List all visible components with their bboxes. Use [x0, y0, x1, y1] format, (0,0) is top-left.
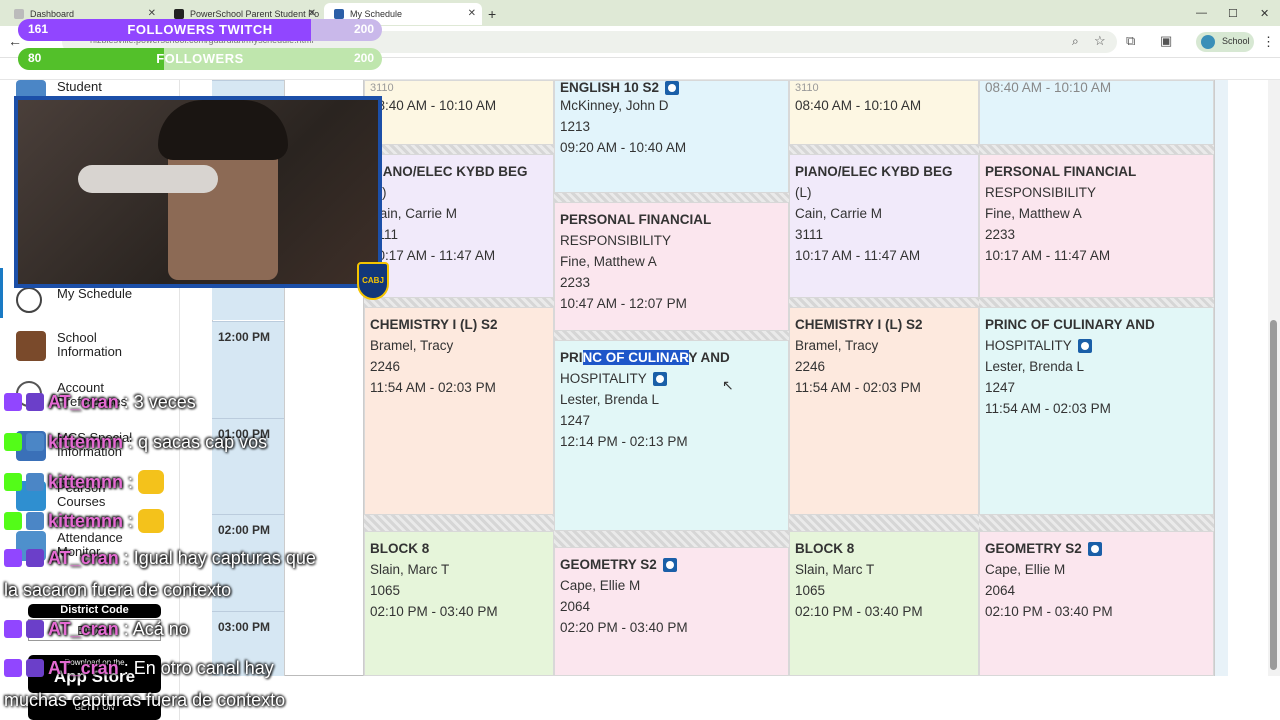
extensions-icon[interactable]: ⧉ — [1126, 33, 1135, 49]
badge-icon — [26, 473, 44, 491]
google-classroom-icon[interactable] — [665, 81, 680, 96]
passing-period — [554, 531, 789, 547]
kick-icon — [4, 433, 22, 451]
twitch-icon — [4, 393, 22, 411]
streamer-hair — [158, 100, 288, 160]
course-block[interactable]: PRINC OF CULINARY AND HOSPITALITY Lester… — [979, 307, 1214, 515]
passing-period — [364, 298, 554, 307]
chat-message: kittemnn : q sacas cap vos — [4, 432, 267, 453]
passing-period — [554, 193, 789, 202]
course-block[interactable]: CHEMISTRY I (L) S2 Bramel, Tracy 2246 11… — [789, 307, 979, 515]
passing-period — [979, 298, 1214, 307]
course-block[interactable]: PRINC OF CULINARY AND HOSPITALITY Lester… — [554, 340, 789, 531]
school-icon — [16, 331, 46, 361]
chat-message-continuation: muchas capturas fuera de contexto — [4, 690, 286, 710]
chat-message: AT_cran : Igual hay capturas que — [4, 548, 316, 569]
course-block[interactable]: BLOCK 8 Slain, Marc T 1065 02:10 PM - 03… — [364, 531, 554, 676]
club-badge-icon: CABJ — [357, 262, 389, 300]
emote-icon — [138, 509, 165, 533]
course-block[interactable]: CHEMISTRY I (L) S2 Bramel, Tracy 2246 11… — [364, 307, 554, 515]
kick-icon — [4, 473, 22, 491]
emote-icon — [138, 470, 165, 494]
profile-avatar-icon — [1201, 35, 1215, 49]
course-block[interactable]: 3110 08:40 AM - 10:10 AM — [789, 80, 979, 145]
course-block[interactable]: PIANO/ELEC KYBD BEG (L) Cain, Carrie M 3… — [364, 154, 554, 298]
course-block[interactable]: 08:40 AM - 10:10 AM — [979, 80, 1214, 145]
clock-icon — [16, 287, 42, 313]
google-classroom-icon[interactable] — [662, 558, 677, 573]
webcam-feed — [14, 96, 382, 288]
passing-period — [789, 515, 979, 531]
course-block[interactable]: GEOMETRY S2 Cape, Ellie M 2064 02:20 PM … — [554, 547, 789, 676]
badge-icon — [26, 549, 44, 567]
maximize-button[interactable]: ☐ — [1228, 7, 1238, 20]
google-classroom-icon[interactable] — [1077, 339, 1092, 354]
badge-icon — [26, 433, 44, 451]
hour-label: 02:00 PM — [218, 523, 271, 537]
badge-icon — [26, 393, 44, 411]
badge-icon — [26, 512, 44, 530]
course-block[interactable]: PERSONAL FINANCIAL RESPONSIBILITY Fine, … — [554, 202, 789, 331]
github-icon — [14, 9, 24, 19]
sidebar-item-my-schedule[interactable]: My Schedule — [10, 287, 180, 317]
sidebar-item-school-information[interactable]: School Information — [10, 331, 180, 361]
google-classroom-icon[interactable] — [652, 372, 667, 387]
close-tab-icon[interactable]: ✕ — [468, 8, 476, 19]
minimize-button[interactable]: — — [1196, 7, 1207, 19]
sidepanel-icon[interactable]: ▣ — [1160, 33, 1172, 49]
chat-message: AT_cran : 3 veces — [4, 392, 196, 413]
badge-icon — [26, 620, 44, 638]
course-block[interactable]: GEOMETRY S2 Cape, Ellie M 2064 02:10 PM … — [979, 531, 1214, 676]
passing-period — [364, 515, 554, 531]
notion-icon — [174, 9, 184, 19]
scrollbar-thumb[interactable] — [1270, 320, 1277, 670]
twitch-icon — [4, 549, 22, 567]
twitch-icon — [4, 620, 22, 638]
passing-period — [789, 145, 979, 154]
chat-message: AT_cran : En otro canal hay — [4, 658, 274, 679]
close-tab-icon[interactable]: ✕ — [308, 8, 316, 19]
course-block[interactable]: PERSONAL FINANCIAL RESPONSIBILITY Fine, … — [979, 154, 1214, 298]
district-code-title: District Code — [28, 604, 161, 618]
chat-message: AT_cran : Acá no — [4, 619, 189, 640]
new-tab-button[interactable]: + — [488, 6, 496, 22]
browser-menu-icon[interactable]: ⋮ — [1262, 34, 1275, 50]
chat-message: kittemnn : — [4, 470, 168, 494]
profile-button[interactable]: School — [1196, 32, 1254, 52]
passing-period — [789, 298, 979, 307]
course-block[interactable]: 3110 08:40 AM - 10:10 AM — [364, 80, 554, 145]
passing-period — [554, 331, 789, 340]
course-block[interactable]: ENGLISH 10 S2 McKinney, John D 1213 09:2… — [554, 80, 789, 193]
course-block[interactable]: PIANO/ELEC KYBD BEG (L) Cain, Carrie M 3… — [789, 154, 979, 298]
passing-period — [364, 145, 554, 154]
google-classroom-icon[interactable] — [1087, 542, 1102, 557]
powerschool-icon — [334, 9, 344, 19]
mouse-cursor-icon: ↖ — [722, 377, 734, 393]
chat-message-continuation: la sacaron fuera de contexto — [4, 580, 232, 600]
badge-icon — [26, 659, 44, 677]
hour-label: 03:00 PM — [218, 620, 271, 634]
twitch-icon — [4, 659, 22, 677]
close-tab-icon[interactable]: ✕ — [148, 8, 156, 19]
course-block[interactable]: BLOCK 8 Slain, Marc T 1065 02:10 PM - 03… — [789, 531, 979, 676]
goal-bar-twitch: FOLLOWERS TWITCH 161 200 — [18, 19, 382, 41]
passing-period — [979, 515, 1214, 531]
passing-period — [979, 145, 1214, 154]
microphone-arm — [78, 165, 218, 193]
goal-bar-followers: FOLLOWERS 80 200 — [18, 48, 382, 70]
bookmark-star-icon[interactable]: ☆ — [1094, 33, 1106, 49]
zoom-icon[interactable]: ⌕ — [1072, 34, 1079, 49]
close-window-button[interactable]: ✕ — [1260, 7, 1269, 20]
grid-right-edge — [1214, 80, 1228, 676]
text-selection: NC OF CULINAR — [582, 350, 689, 365]
chat-message: kittemnn : — [4, 509, 168, 533]
active-indicator — [0, 268, 3, 318]
hour-label: 12:00 PM — [218, 330, 271, 344]
kick-icon — [4, 512, 22, 530]
